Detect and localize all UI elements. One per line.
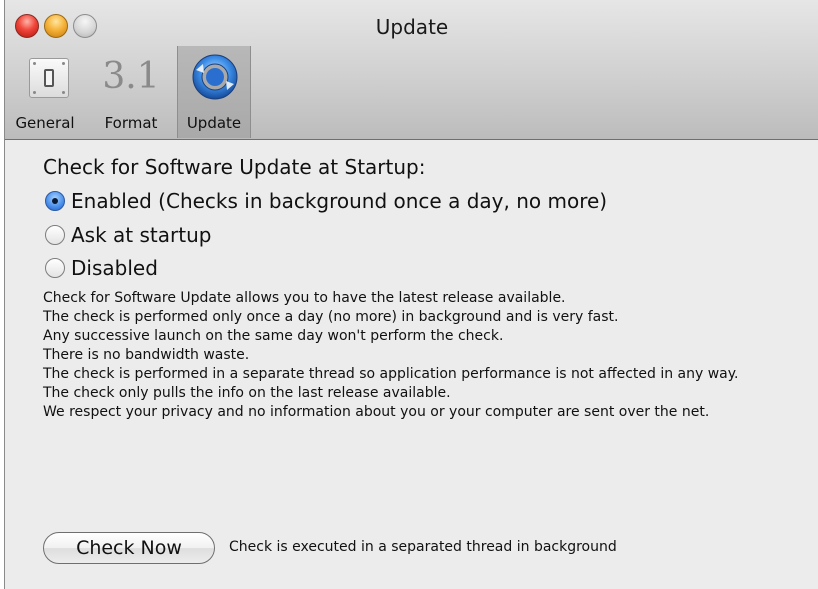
radio-ask-at-startup[interactable]: Ask at startup [45,223,211,247]
description-line: The check is performed in a separate thr… [43,366,739,382]
description-line: We respect your privacy and no informati… [43,404,710,420]
toolbar-item-label: Format [104,114,158,132]
format-icon: 3.1 [102,56,160,97]
radio-label: Disabled [71,256,158,280]
description-line: The check is performed only once a day (… [43,309,619,325]
check-now-note: Check is executed in a separated thread … [229,539,617,555]
radio-button[interactable] [45,225,65,245]
radio-label: Ask at startup [71,223,212,247]
radio-button-selected[interactable] [45,191,65,211]
toolbar-item-general[interactable]: General [5,46,85,138]
check-now-button[interactable]: Check Now [43,532,215,564]
radio-button[interactable] [45,258,65,278]
toolbar: Update General 3.1 Format Update [5,0,818,140]
preferences-window: Update General 3.1 Format Update Check f… [4,0,818,589]
switch-icon [29,58,69,98]
description-text: Check for Software Update allows you to … [43,289,813,422]
window-title: Update [375,15,449,39]
toolbar-item-label: Update [186,114,242,132]
update-pane: Check for Software Update at Startup: En… [5,141,818,589]
description-line: Any successive launch on the same day wo… [43,328,504,344]
description-line: Check for Software Update allows you to … [43,290,566,306]
toolbar-item-label: General [15,114,75,132]
toolbar-item-format[interactable]: 3.1 Format [87,46,175,138]
description-line: The check only pulls the info on the las… [43,385,451,401]
startup-heading: Check for Software Update at Startup: [43,155,426,179]
description-line: There is no bandwidth waste. [43,347,250,363]
update-icon [192,54,238,100]
radio-enabled[interactable]: Enabled (Checks in background once a day… [45,189,607,213]
toolbar-item-update[interactable]: Update [177,46,251,138]
radio-disabled[interactable]: Disabled [45,256,158,280]
radio-label: Enabled (Checks in background once a day… [71,189,608,213]
